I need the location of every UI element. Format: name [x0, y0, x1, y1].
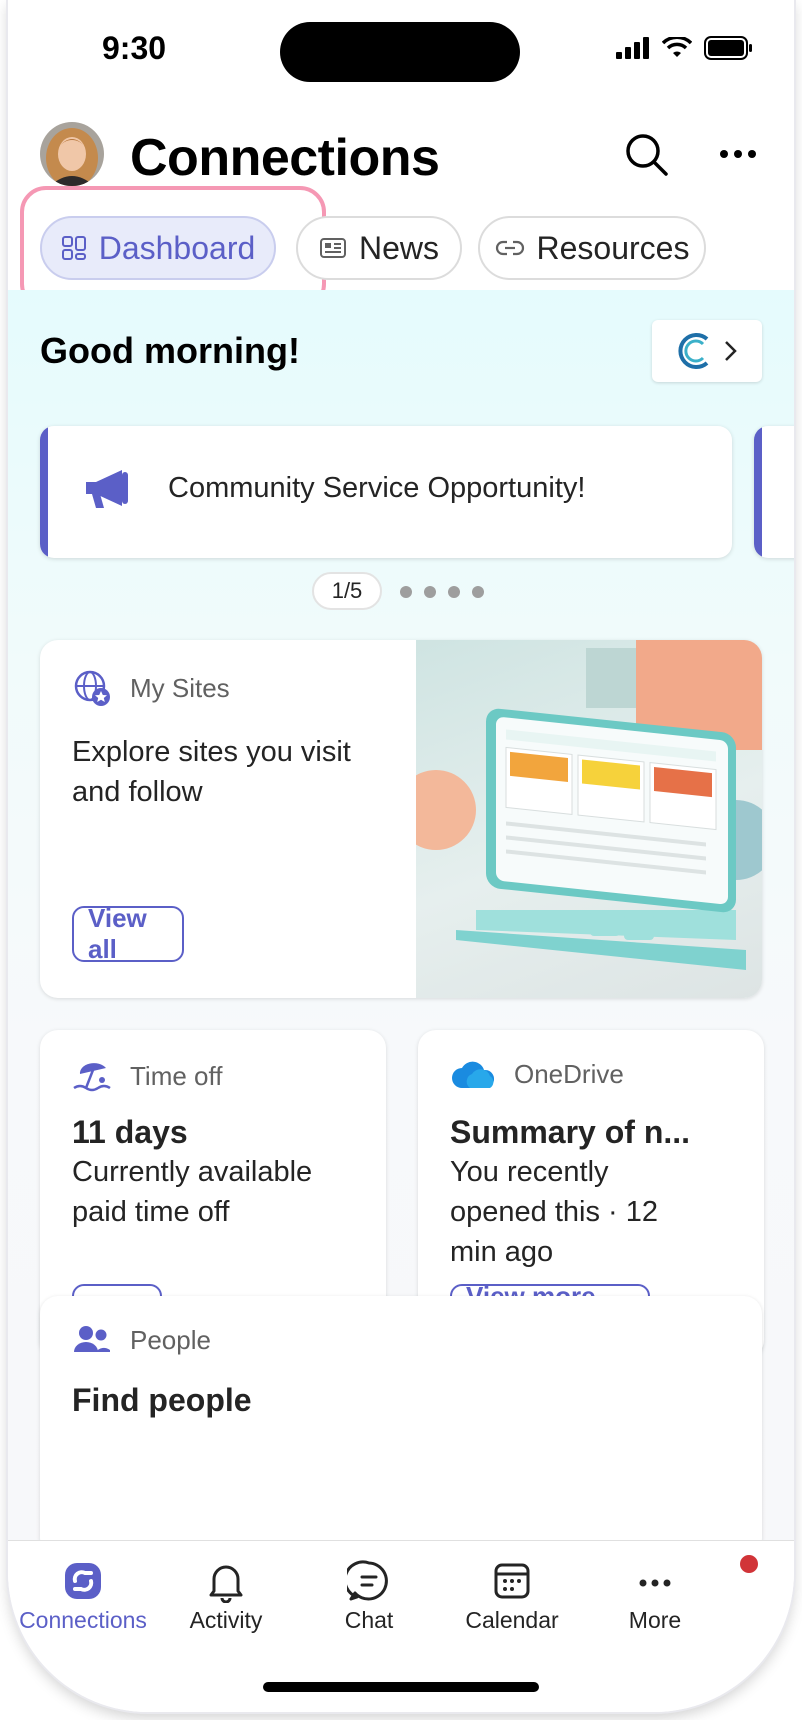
connections-icon	[65, 1563, 101, 1599]
nav-calendar[interactable]: Calendar	[437, 1559, 587, 1634]
nav-label: More	[628, 1607, 682, 1633]
card-header: OneDrive	[450, 1058, 624, 1090]
next-announcement-card[interactable]	[754, 426, 794, 558]
news-icon	[319, 238, 346, 258]
dashboard-content: Good morning! Community Service Opportun…	[8, 290, 794, 1556]
brand-link-button[interactable]	[652, 320, 762, 382]
more-options-icon[interactable]	[714, 138, 762, 170]
nav-label: Calendar	[465, 1607, 559, 1633]
carousel-dot[interactable]	[424, 586, 436, 598]
carousel-dot[interactable]	[400, 586, 412, 598]
more-icon	[639, 1579, 671, 1587]
brand-logo-icon	[678, 333, 709, 369]
card-label: OneDrive	[514, 1058, 624, 1089]
card-description: Explore sites you visit and follow	[72, 736, 351, 808]
nav-activity[interactable]: Activity	[151, 1559, 301, 1634]
tab-label: News	[358, 229, 439, 266]
tab-label: Resources	[536, 229, 690, 266]
page-title: Connections	[130, 129, 440, 187]
phone-screen: 9:30 Connections Dashboard News Resource…	[8, 0, 794, 1712]
time-off-value: 11 days	[72, 1114, 188, 1150]
calendar-icon	[494, 1563, 530, 1599]
card-header: Time off	[72, 1058, 222, 1094]
carousel-pager: 1/5	[312, 572, 382, 610]
avatar[interactable]	[40, 122, 104, 186]
signal-icon	[616, 37, 649, 59]
card-label: My Sites	[130, 672, 230, 703]
card-label: People	[130, 1324, 211, 1355]
bell-icon	[209, 1565, 243, 1603]
sites-illustration	[416, 640, 762, 998]
people-icon	[74, 1326, 110, 1352]
carousel-dot[interactable]	[472, 586, 484, 598]
card-description: Currently available paid time off	[72, 1156, 313, 1228]
tab-resources[interactable]: Resources	[478, 216, 706, 280]
nav-more[interactable]: More	[580, 1559, 730, 1634]
home-indicator[interactable]	[263, 1682, 539, 1692]
wifi-icon	[662, 37, 692, 57]
megaphone-icon	[86, 470, 128, 508]
file-title: Summary of n...	[450, 1114, 691, 1150]
beach-icon	[73, 1063, 111, 1092]
chevron-right-icon	[725, 341, 737, 361]
dynamic-island	[280, 22, 520, 82]
nav-label: Chat	[344, 1607, 394, 1633]
card-label: Time off	[130, 1060, 223, 1091]
greeting: Good morning!	[40, 330, 300, 371]
announcement-card[interactable]: Community Service Opportunity!	[40, 426, 732, 558]
status-time: 9:30	[102, 30, 167, 66]
people-title: Find people	[72, 1382, 252, 1418]
card-header: People	[72, 1324, 211, 1356]
nav-label: Activity	[189, 1607, 263, 1633]
link-icon	[495, 240, 524, 256]
card-accent-bar	[754, 426, 762, 558]
announcement-text: Community Service Opportunity!	[168, 472, 586, 504]
nav-connections[interactable]: Connections	[8, 1559, 158, 1634]
nav-label: Connections	[19, 1607, 147, 1633]
tab-news[interactable]: News	[296, 216, 462, 280]
view-all-button[interactable]: View all	[72, 903, 184, 964]
carousel-dot[interactable]	[448, 586, 460, 598]
people-card[interactable]: People Find people	[40, 1296, 762, 1556]
cloud-icon	[452, 1061, 495, 1088]
battery-icon	[704, 36, 752, 60]
search-icon[interactable]	[622, 130, 670, 178]
globe-star-icon	[74, 670, 110, 706]
nav-chat[interactable]: Chat	[294, 1559, 444, 1634]
my-sites-card[interactable]: My Sites Explore sites you visit and fol…	[40, 640, 762, 998]
notification-badge	[738, 1553, 760, 1575]
card-description: You recently opened this · 12 min ago	[450, 1156, 658, 1268]
card-header: My Sites	[72, 668, 230, 708]
chat-icon	[347, 1560, 388, 1601]
status-icons	[616, 36, 754, 60]
card-accent-bar	[40, 426, 48, 558]
